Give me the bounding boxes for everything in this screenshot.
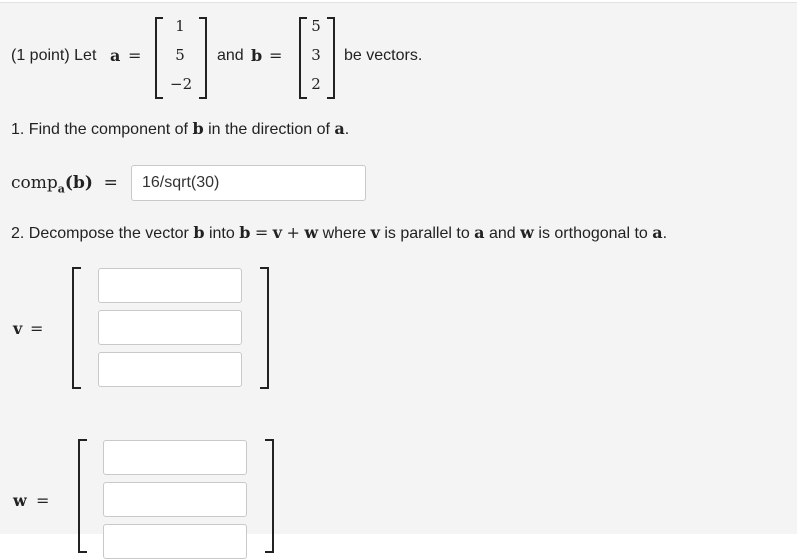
- part2-w: w: [304, 223, 319, 242]
- part2-orthogonal: is orthogonal to: [538, 225, 648, 242]
- w-component-3-input[interactable]: [103, 524, 247, 559]
- part2-into: into: [208, 225, 235, 242]
- v-right-bracket: [260, 267, 269, 389]
- be-vectors-text: be vectors.: [344, 47, 423, 64]
- component-answer-input[interactable]: [131, 165, 366, 201]
- w-label: w: [13, 491, 27, 510]
- w-component-2-input[interactable]: [103, 482, 247, 517]
- part2-question: 2. Decompose the vector b into b = v + w…: [11, 223, 667, 244]
- part2-eq: =: [254, 223, 269, 242]
- comp-subscript: a: [57, 182, 65, 196]
- equals-sign: =: [103, 173, 118, 193]
- equals-sign: =: [269, 46, 283, 65]
- part2-plus: +: [286, 223, 300, 242]
- part2-a: a: [474, 223, 485, 242]
- v-label: v: [13, 319, 23, 338]
- part1-prefix: 1. Find the component of: [11, 121, 188, 138]
- part2-where: where: [322, 225, 367, 242]
- equals-sign: =: [128, 46, 142, 65]
- v-component-1-input[interactable]: [98, 268, 242, 303]
- part2-v2: v: [370, 223, 380, 242]
- v-component-2-input[interactable]: [98, 310, 242, 345]
- part2-w2: w: [520, 223, 534, 242]
- comp-label: comp: [11, 173, 58, 193]
- part2-eq-lhs: b: [239, 223, 251, 242]
- vector-a-symbol: a: [110, 46, 121, 65]
- matrix-a-cell-1: 1: [175, 17, 185, 35]
- part2-end: .: [662, 225, 668, 242]
- part2-prefix: 2. Decompose the vector: [11, 225, 189, 242]
- matrix-a-cell-3: −2: [170, 75, 193, 93]
- comp-expression: compa(b) =: [11, 173, 118, 199]
- matrix-b-cell-2: 3: [311, 46, 321, 64]
- problem-card: (1 point) Let a = 1 5 −2 and b = 5 3 2 b…: [0, 2, 797, 559]
- w-right-bracket: [265, 439, 274, 553]
- part1-a: a: [334, 119, 345, 138]
- matrix-a-cell-2: 5: [175, 46, 185, 64]
- part2-a2: a: [652, 223, 663, 242]
- and-text: and: [217, 47, 244, 64]
- matrix-b-right-bracket: [327, 17, 335, 99]
- comp-argument: (b): [64, 173, 93, 193]
- w-component-1-input[interactable]: [103, 440, 247, 475]
- v-equals: =: [30, 319, 44, 338]
- matrix-b-cell-1: 5: [311, 17, 321, 35]
- part1-b: b: [192, 119, 204, 138]
- w-left-bracket: [78, 439, 87, 553]
- w-equals: =: [36, 491, 50, 510]
- v-component-3-input[interactable]: [98, 352, 242, 387]
- matrix-a-right-bracket: [199, 17, 207, 99]
- part2-b: b: [193, 223, 205, 242]
- part1-question: 1. Find the component of b in the direct…: [11, 119, 349, 140]
- matrix-b-cell-3: 2: [311, 75, 321, 93]
- matrix-a-left-bracket: [155, 17, 163, 99]
- part2-v: v: [272, 223, 283, 242]
- intro-text: (1 point) Let: [11, 47, 97, 64]
- part1-middle: in the direction of: [208, 121, 330, 138]
- vector-b-symbol: b: [251, 46, 263, 65]
- part2-parallel: is parallel to: [384, 225, 470, 242]
- part2-and: and: [489, 225, 516, 242]
- v-left-bracket: [72, 267, 81, 389]
- part1-suffix: .: [344, 121, 350, 138]
